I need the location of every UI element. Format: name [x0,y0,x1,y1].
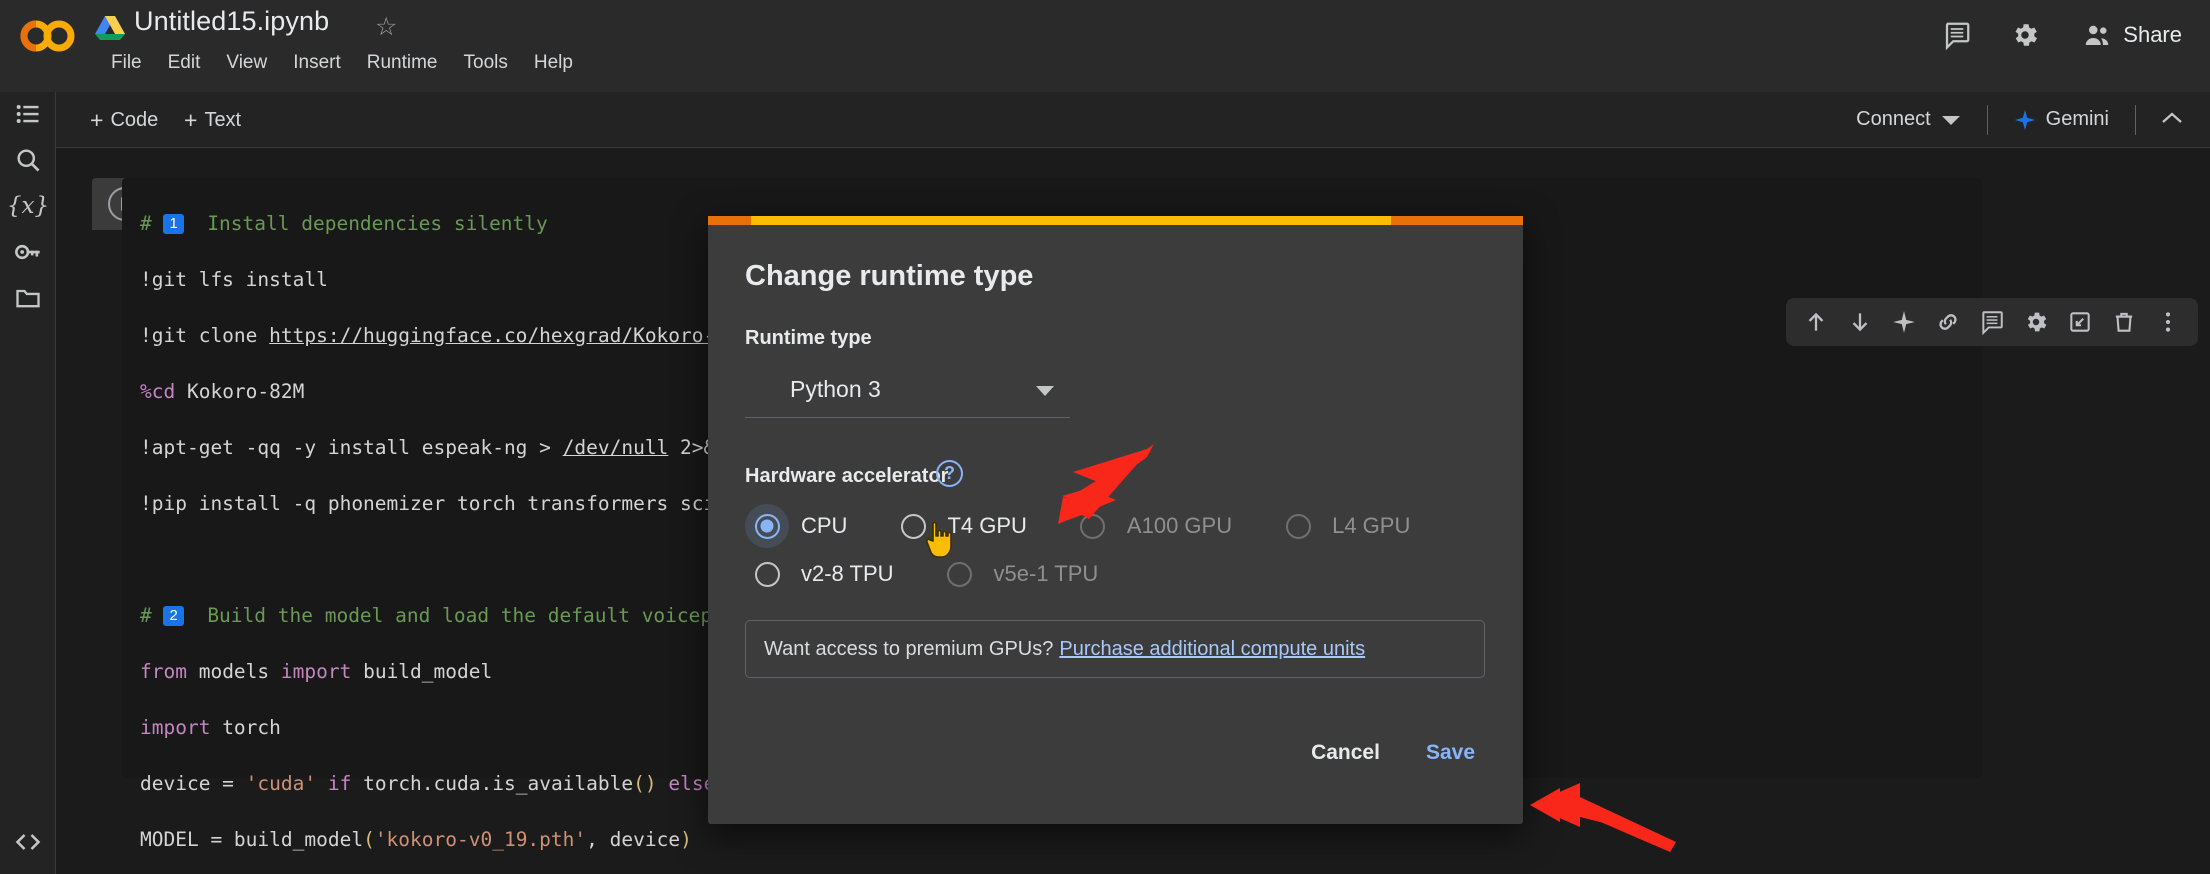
top-bar: Untitled15.ipynb ☆ File Edit View Insert… [0,0,2210,92]
menu-bar: File Edit View Insert Runtime Tools Help [98,48,586,78]
menu-item-tools[interactable]: Tools [451,48,521,78]
code-line: !git lfs install [140,268,328,291]
divider [1986,104,1988,135]
chevron-down-icon [1941,115,1960,125]
accelerator-radio-group-row-2: v2-8 TPU v5e-1 TPU [745,552,1098,596]
code-comment: Install dependencies silently [207,212,548,235]
link-to-cell-icon[interactable] [1926,302,1970,342]
cell-toolbar [1786,298,2198,346]
add-code-label: Code [110,109,159,131]
purchase-compute-units-link[interactable]: Purchase additional compute units [1059,638,1365,661]
search-icon [17,149,40,172]
premium-gpu-banner: Want access to premium GPUs? Purchase ad… [745,620,1485,678]
radio-v5e-1-tpu-label: v5e-1 TPU [993,561,1099,586]
menu-item-insert[interactable]: Insert [280,48,354,78]
runtime-status-area: Connect Gemini [1844,102,2194,137]
accelerator-radio-group-row-1: CPU T4 GPU A100 GPU L4 GPU [745,504,1410,548]
radio-v2-8-tpu-label: v2-8 TPU [801,561,894,586]
radio-cpu-label: CPU [801,513,848,538]
chevron-down-icon [1036,386,1054,396]
cell-number-badge: 2 [163,606,184,626]
drive-icon [95,16,125,40]
sidebar-item-secrets[interactable] [6,230,50,274]
cancel-button[interactable]: Cancel [1291,730,1400,776]
colab-logo[interactable] [18,14,80,58]
mirror-cell-icon[interactable] [2058,302,2102,342]
gemini-sparkle-icon[interactable] [1882,302,1926,342]
premium-banner-text: Want access to premium GPUs? [764,637,1054,660]
variables-icon: {x} [6,193,50,219]
add-text-label: Text [204,109,242,131]
menu-item-view[interactable]: View [213,48,280,78]
divider [2135,104,2136,135]
table-of-contents-icon [16,105,39,123]
code-line: !pip install -q phonemizer torch transfo… [140,492,727,515]
cell-settings-icon[interactable] [2014,302,2058,342]
people-icon [2086,25,2109,45]
colab-window: Untitled15.ipynb ☆ File Edit View Insert… [0,0,2210,874]
cell-add-toolbar: + Code + Text Connect Gemini [0,92,2210,148]
gemini-button[interactable]: Gemini [2002,103,2121,136]
radio-l4-gpu-label: L4 GPU [1332,513,1411,538]
move-cell-down-icon[interactable] [1838,302,1882,342]
menu-item-help[interactable]: Help [521,48,586,78]
radio-cpu[interactable]: CPU [745,504,847,548]
left-sidebar: {x} [0,92,56,874]
more-options-icon[interactable] [2146,302,2190,342]
document-title[interactable]: Untitled15.ipynb [134,6,329,37]
radio-t4-gpu[interactable]: T4 GPU [891,504,1027,548]
gemini-label: Gemini [2045,108,2109,130]
menu-item-file[interactable]: File [98,48,155,78]
sidebar-item-variables[interactable]: {x} [6,184,50,228]
save-button[interactable]: Save [1406,730,1495,776]
files-folder-icon [16,289,40,308]
menu-item-runtime[interactable]: Runtime [354,48,451,78]
add-code-cell-button[interactable]: + Code [82,106,166,135]
plus-icon: + [184,107,198,133]
sidebar-item-files[interactable] [6,276,50,320]
secrets-key-icon [15,244,40,260]
menu-item-edit[interactable]: Edit [155,48,214,78]
help-icon[interactable]: ? [936,460,963,487]
runtime-type-label: Runtime type [745,327,872,349]
radio-t4-gpu-label: T4 GPU [947,513,1027,538]
share-label: Share [2123,22,2182,47]
gemini-sparkle-icon [2014,109,2035,130]
radio-v5e-1-tpu: v5e-1 TPU [938,552,1099,596]
dialog-title: Change runtime type [745,260,1034,292]
indeterminate-progress-bar [708,216,1523,225]
change-runtime-type-dialog: Change runtime type Runtime type Python … [708,216,1523,824]
dialog-actions: Cancel Save [1291,730,1495,776]
delete-cell-icon[interactable] [2102,302,2146,342]
radio-a100-gpu-label: A100 GPU [1126,513,1233,538]
connect-button[interactable]: Connect [1844,103,1973,136]
code-snippets-icon [15,834,41,850]
chevron-up-icon[interactable] [2150,102,2194,137]
comment-icon[interactable] [1936,14,1978,56]
radio-v2-8-tpu[interactable]: v2-8 TPU [745,552,894,596]
runtime-type-select[interactable]: Python 3 [745,362,1070,418]
plus-icon: + [90,107,104,133]
share-button[interactable]: Share [2072,14,2192,56]
add-comment-icon[interactable] [1970,302,2014,342]
sidebar-item-search[interactable] [6,138,50,182]
radio-a100-gpu: A100 GPU [1071,504,1232,548]
top-bar-actions: Share [1936,14,2192,56]
runtime-type-value: Python 3 [790,376,881,402]
add-text-cell-button[interactable]: + Text [176,106,249,135]
sidebar-item-table-of-contents[interactable] [6,92,50,136]
radio-l4-gpu: L4 GPU [1276,504,1410,548]
code-comment: Build the model and load the default voi… [207,604,724,627]
hardware-accelerator-label: Hardware accelerator [745,465,949,487]
connect-label: Connect [1856,108,1931,130]
cell-number-badge: 1 [163,214,184,234]
star-icon[interactable]: ☆ [375,12,397,42]
sidebar-item-code-snippets[interactable] [6,820,50,864]
gear-icon[interactable] [2004,14,2046,56]
